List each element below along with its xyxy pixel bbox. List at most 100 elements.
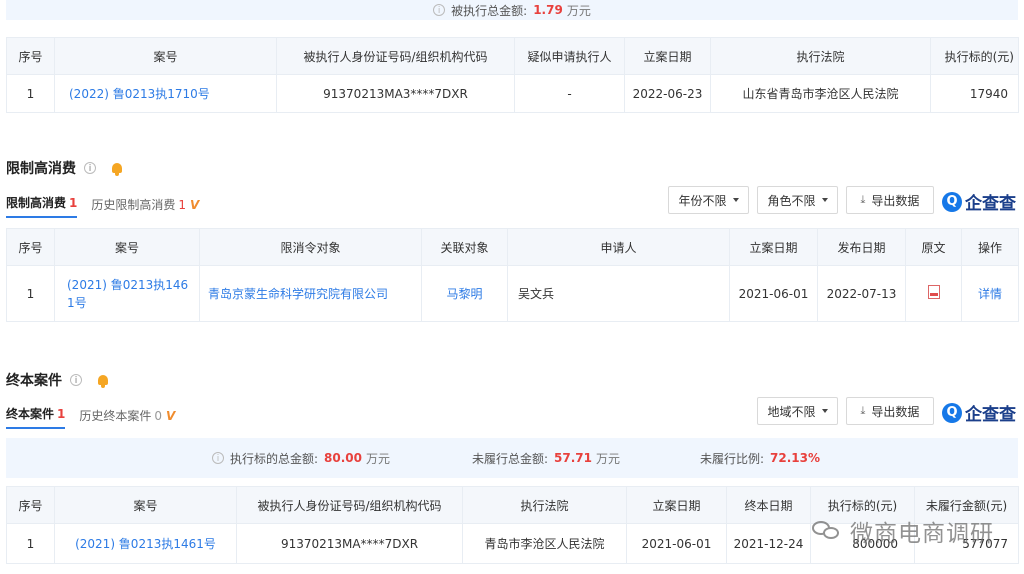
logo-text: 企查查 [965,194,1016,214]
summary-value: 57.71 [554,451,593,465]
col-header: 序号 [6,37,55,75]
col-header: 被执行人身份证号码/组织机构代码 [236,486,463,524]
tab-count: 0 [154,409,163,423]
info-icon[interactable]: i [212,452,224,464]
case-number-link[interactable]: (2021) 鲁0213执1461号 [54,523,237,564]
section-title-final: 终本案件 i [6,370,108,390]
col-header: 被执行人身份证号码/组织机构代码 [276,37,515,75]
summary-label: 被执行总金额: [451,3,528,18]
applicant: - [514,74,625,113]
section-title-text: 终本案件 [6,373,62,389]
export-button[interactable]: ⤓ 导出数据 [846,397,934,425]
id-code: 91370213MA****7DXR [236,523,463,564]
col-header: 案号 [54,228,200,266]
col-header: 疑似申请执行人 [514,37,625,75]
chevron-down-icon [821,409,828,413]
end-date: 2021-12-24 [726,523,811,564]
section-title-restrict: 限制高消费 i [6,158,122,178]
id-code: 91370213MA3****7DXR [276,74,515,113]
table-row: 1 (2021) 鲁0213执1461号 青岛京蒙生命科学研究院有限公司 马黎明… [6,265,1019,322]
col-header: 序号 [6,486,55,524]
region-filter-dropdown[interactable]: 地域不限 [757,397,838,425]
tab-final-current[interactable]: 终本案件 1 [6,405,66,429]
summary-label: 执行标的总金额: [230,451,319,466]
bell-icon[interactable] [112,163,122,176]
final-summary-bar: i 执行标的总金额: 80.00 万元 未履行总金额: 57.71 万元 未履行… [6,438,1018,478]
year-filter-dropdown[interactable]: 年份不限 [668,186,749,214]
tab-count: 1 [69,196,78,210]
restrict-table: 序号 案号 限消令对象 关联对象 申请人 立案日期 发布日期 原文 操作 1 (… [6,228,1019,322]
summary-label: 未履行比例: [700,451,765,466]
tab-label: 限制高消费 [6,196,67,210]
summary-unit: 万元 [566,3,591,18]
related-person-link[interactable]: 马黎明 [421,265,508,322]
tab-label: 历史限制高消费 [91,198,176,212]
tab-final-history[interactable]: 历史终本案件 0 V [79,407,175,429]
wechat-icon [812,521,840,541]
case-number-link[interactable]: (2022) 鲁0213执1710号 [54,74,277,113]
watermark-text: 微商电商调研 [850,521,994,547]
table-row: 1 (2022) 鲁0213执1710号 91370213MA3****7DXR… [6,74,1019,113]
col-header: 执行法院 [710,37,931,75]
col-header: 立案日期 [626,486,727,524]
col-header: 原文 [905,228,962,266]
amount: 17940 [930,74,1019,113]
qichacha-logo: Q 企查查 [942,400,1016,425]
court: 山东省青岛市李沧区人民法院 [710,74,931,113]
col-header: 发布日期 [817,228,906,266]
filing-date: 2022-06-23 [624,74,711,113]
pdf-icon[interactable] [927,285,940,299]
dropdown-label: 地域不限 [767,404,816,419]
tab-restrict-history[interactable]: 历史限制高消费 1 V [91,196,199,218]
col-header: 终本日期 [726,486,811,524]
role-filter-dropdown[interactable]: 角色不限 [757,186,838,214]
col-header: 限消令对象 [199,228,422,266]
total-amount-summary: i 被执行总金额: 1.79 万元 [6,0,1018,20]
col-header: 序号 [6,228,55,266]
table-header-row: 序号 案号 被执行人身份证号码/组织机构代码 疑似申请执行人 立案日期 执行法院… [6,37,1019,75]
export-button[interactable]: ⤓ 导出数据 [846,186,934,214]
info-icon[interactable]: i [70,374,82,386]
col-header: 案号 [54,37,277,75]
summary-value: 80.00 [324,451,363,465]
download-icon: ⤓ [860,193,866,206]
logo-mark: Q [942,191,962,212]
summary-value: 1.79 [533,3,563,17]
table-header-row: 序号 案号 限消令对象 关联对象 申请人 立案日期 发布日期 原文 操作 [6,228,1019,266]
tab-label: 历史终本案件 [79,409,152,423]
vip-icon: V [166,409,176,423]
tab-count: 1 [57,407,66,421]
dropdown-label: 年份不限 [678,193,727,208]
tab-label: 终本案件 [6,407,55,421]
col-header: 操作 [961,228,1019,266]
info-icon[interactable]: i [433,4,446,16]
bell-icon[interactable] [98,375,108,388]
applicant: 吴文兵 [507,265,730,322]
row-number: 1 [6,523,55,564]
summary-value: 72.13% [770,451,821,465]
info-icon[interactable]: i [84,162,96,174]
row-number: 1 [6,74,55,113]
restriction-target-link[interactable]: 青岛京蒙生命科学研究院有限公司 [199,265,422,322]
vip-icon: V [190,198,200,212]
button-label: 导出数据 [871,193,920,208]
filing-date: 2021-06-01 [626,523,727,564]
col-header: 立案日期 [729,228,818,266]
download-icon: ⤓ [860,404,866,417]
detail-link[interactable]: 详情 [961,265,1019,322]
summary-item: 未履行总金额: 57.71 万元 [472,450,620,467]
col-header: 执行标的(元) [930,37,1019,75]
case-number-link[interactable]: (2021) 鲁0213执1461号 [54,265,200,322]
dropdown-label: 角色不限 [767,193,816,208]
summary-item: i 执行标的总金额: 80.00 万元 [212,450,390,467]
row-number: 1 [6,265,55,322]
summary-unit: 万元 [366,451,391,466]
col-header: 申请人 [507,228,730,266]
wechat-watermark: 微商电商调研 [812,514,994,548]
final-tabs: 终本案件 1 历史终本案件 0 V [6,405,189,429]
tab-restrict-current[interactable]: 限制高消费 1 [6,194,78,218]
logo-mark: Q [942,402,962,423]
col-header: 立案日期 [624,37,711,75]
document-cell [905,265,962,322]
section-title-text: 限制高消费 [6,161,76,177]
